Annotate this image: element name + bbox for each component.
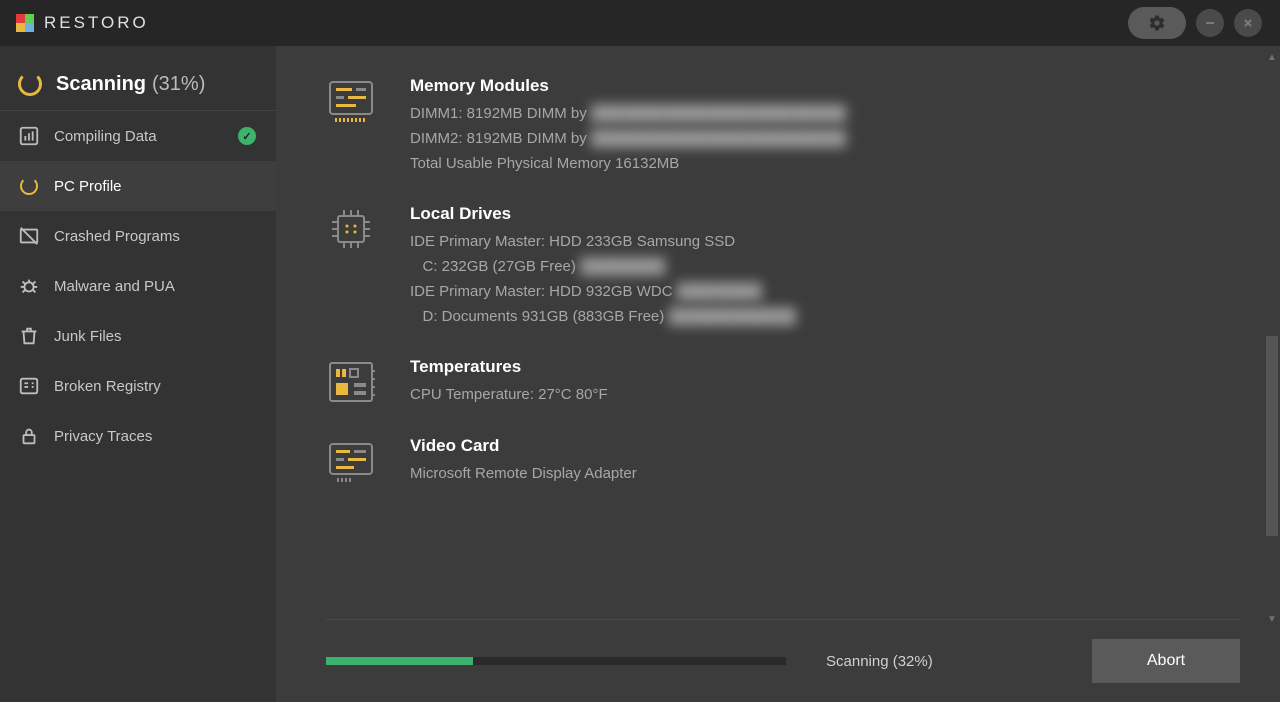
- memory-icon: [326, 76, 376, 126]
- section-video: Video Card Microsoft Remote Display Adap…: [326, 436, 1240, 487]
- section-memory: Memory Modules DIMM1: 8192MB DIMM by ███…: [326, 76, 1240, 176]
- spinner-icon: [18, 72, 42, 96]
- sidebar-item-label: Malware and PUA: [54, 278, 258, 295]
- app-name: RESTORO: [44, 13, 149, 33]
- sidebar-item-crashed[interactable]: Crashed Programs: [0, 211, 276, 261]
- scroll-up-icon[interactable]: ▲: [1264, 48, 1280, 66]
- sidebar-item-label: Compiling Data: [54, 128, 236, 145]
- info-line: IDE Primary Master: HDD 932GB WDC ██████…: [410, 280, 796, 305]
- info-line: Total Usable Physical Memory 16132MB: [410, 152, 846, 177]
- bug-icon: [18, 275, 40, 297]
- minimize-icon: [1204, 17, 1216, 29]
- section-drives: Local Drives IDE Primary Master: HDD 233…: [326, 204, 1240, 329]
- close-button[interactable]: [1234, 9, 1262, 37]
- title-bar: RESTORO: [0, 0, 1280, 46]
- chart-icon: [18, 125, 40, 147]
- gear-icon: [1148, 14, 1166, 32]
- scroll-down-icon[interactable]: ▼: [1264, 610, 1280, 628]
- sidebar: Scanning (31%) Compiling Data PC Profile…: [0, 46, 276, 702]
- no-window-icon: [18, 225, 40, 247]
- spinner-icon: [18, 175, 40, 197]
- cpu-icon: [326, 204, 376, 254]
- status-done-icon: [236, 125, 258, 147]
- section-video-body: Video Card Microsoft Remote Display Adap…: [410, 436, 637, 487]
- sidebar-item-malware[interactable]: Malware and PUA: [0, 261, 276, 311]
- gpu-icon: [326, 436, 376, 486]
- scroll-thumb[interactable]: [1266, 336, 1278, 536]
- info-line: D: Documents 931GB (883GB Free) ████████…: [410, 305, 796, 330]
- sidebar-item-label: Broken Registry: [54, 378, 258, 395]
- section-temperatures: Temperatures CPU Temperature: 27°C 80°F: [326, 357, 1240, 408]
- sidebar-item-label: Junk Files: [54, 328, 258, 345]
- info-line: IDE Primary Master: HDD 233GB Samsung SS…: [410, 230, 796, 255]
- sidebar-item-privacy[interactable]: Privacy Traces: [0, 411, 276, 461]
- scan-header-pct: (31%): [152, 73, 205, 96]
- sidebar-item-label: Crashed Programs: [54, 228, 258, 245]
- section-title: Temperatures: [410, 357, 608, 377]
- registry-icon: [18, 375, 40, 397]
- scan-header-label: Scanning: [56, 73, 146, 96]
- info-line: DIMM2: 8192MB DIMM by ██████████████████…: [410, 127, 846, 152]
- section-title: Local Drives: [410, 204, 796, 224]
- app-logo-icon: [16, 14, 34, 32]
- minimize-button[interactable]: [1196, 9, 1224, 37]
- progress-bar: [326, 657, 786, 665]
- close-icon: [1242, 17, 1254, 29]
- scrollbar[interactable]: ▲ ▼: [1264, 48, 1280, 628]
- abort-button[interactable]: Abort: [1092, 639, 1240, 683]
- sidebar-item-registry[interactable]: Broken Registry: [0, 361, 276, 411]
- info-line: Microsoft Remote Display Adapter: [410, 462, 637, 487]
- section-memory-body: Memory Modules DIMM1: 8192MB DIMM by ███…: [410, 76, 846, 176]
- motherboard-icon: [326, 357, 376, 407]
- sidebar-item-label: PC Profile: [54, 178, 258, 195]
- lock-icon: [18, 425, 40, 447]
- trash-icon: [18, 325, 40, 347]
- sidebar-item-profile[interactable]: PC Profile: [0, 161, 276, 211]
- sidebar-item-compiling[interactable]: Compiling Data: [0, 111, 276, 161]
- section-title: Memory Modules: [410, 76, 846, 96]
- section-drives-body: Local Drives IDE Primary Master: HDD 233…: [410, 204, 796, 329]
- footer-bar: Scanning (32%) Abort: [276, 620, 1280, 702]
- main-panel: Memory Modules DIMM1: 8192MB DIMM by ███…: [276, 46, 1280, 702]
- info-line: CPU Temperature: 27°C 80°F: [410, 383, 608, 408]
- section-temps-body: Temperatures CPU Temperature: 27°C 80°F: [410, 357, 608, 408]
- info-line: C: 232GB (27GB Free) ████████: [410, 255, 796, 280]
- sidebar-item-junk[interactable]: Junk Files: [0, 311, 276, 361]
- info-line: DIMM1: 8192MB DIMM by ██████████████████…: [410, 102, 846, 127]
- scan-status-label: Scanning (32%): [826, 653, 1092, 670]
- settings-button[interactable]: [1128, 7, 1186, 39]
- sidebar-item-label: Privacy Traces: [54, 428, 258, 445]
- section-title: Video Card: [410, 436, 637, 456]
- scan-header: Scanning (31%): [0, 64, 276, 111]
